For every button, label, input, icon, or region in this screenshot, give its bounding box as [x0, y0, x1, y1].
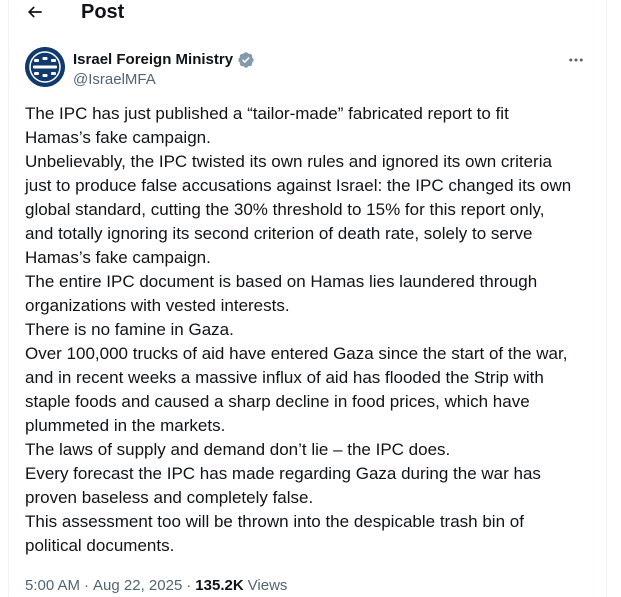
page-title: Post — [81, 1, 125, 23]
meta-separator: · — [84, 577, 90, 594]
post-date[interactable]: Aug 22, 2025 — [93, 576, 182, 596]
post-text-line: plummeted in the markets. — [25, 416, 226, 435]
author-handle[interactable]: @IsraelMFA — [73, 70, 156, 89]
verified-badge-icon — [238, 51, 254, 68]
post-text-line: staple foods and caused a sharp decline … — [25, 392, 530, 411]
post-text-line: The laws of supply and demand don’t lie … — [25, 440, 451, 459]
views-label: Views — [247, 577, 288, 594]
post-header: Post — [9, 0, 606, 24]
post-text-line: and totally ignoring its second criterio… — [25, 224, 533, 243]
meta-separator: · — [186, 577, 192, 594]
post-author: Israel Foreign Ministry @IsraelMFA — [25, 47, 595, 91]
post-text-line: Unbelievably, the IPC twisted its own ru… — [25, 152, 552, 171]
author-display-name[interactable]: Israel Foreign Ministry — [73, 50, 233, 69]
post-text: The IPC has just published a “tailor-mad… — [25, 102, 595, 558]
post-text-line: global standard, cutting the 30% thresho… — [25, 200, 545, 219]
post-text-line: The IPC has just published a “tailor-mad… — [25, 104, 509, 123]
post-text-line: political documents. — [25, 536, 175, 555]
post-metadata: 5:00 AM · Aug 22, 2025 · 135.2K Views — [25, 576, 287, 596]
post-text-line: Every forecast the IPC has made regardin… — [25, 464, 541, 483]
post-text-line: Hamas’s fake campaign. — [25, 248, 211, 267]
more-options-button[interactable] — [565, 49, 587, 71]
more-horizontal-icon — [569, 58, 583, 62]
post-time[interactable]: 5:00 AM — [25, 576, 80, 596]
post-text-line: organizations with vested interests. — [25, 296, 290, 315]
back-button[interactable] — [23, 0, 47, 24]
post-text-line: Over 100,000 trucks of aid have entered … — [25, 344, 568, 363]
timeline-border-left — [8, 0, 9, 597]
post-text-line: This assessment too will be thrown into … — [25, 512, 524, 531]
post-text-line: just to produce false accusations agains… — [25, 176, 572, 195]
post-text-line: and in recent weeks a massive influx of … — [25, 368, 544, 387]
post-text-line: proven baseless and completely false. — [25, 488, 314, 507]
post-text-line: Hamas’s fake campaign. — [25, 128, 211, 147]
ministry-logo-icon — [25, 47, 65, 87]
avatar[interactable] — [25, 47, 65, 87]
views-count[interactable]: 135.2K — [195, 576, 243, 596]
post-text-line: There is no famine in Gaza. — [25, 320, 234, 339]
timeline-border-right — [606, 0, 607, 597]
post-text-line: The entire IPC document is based on Hama… — [25, 272, 538, 291]
arrow-left-icon — [27, 6, 42, 18]
